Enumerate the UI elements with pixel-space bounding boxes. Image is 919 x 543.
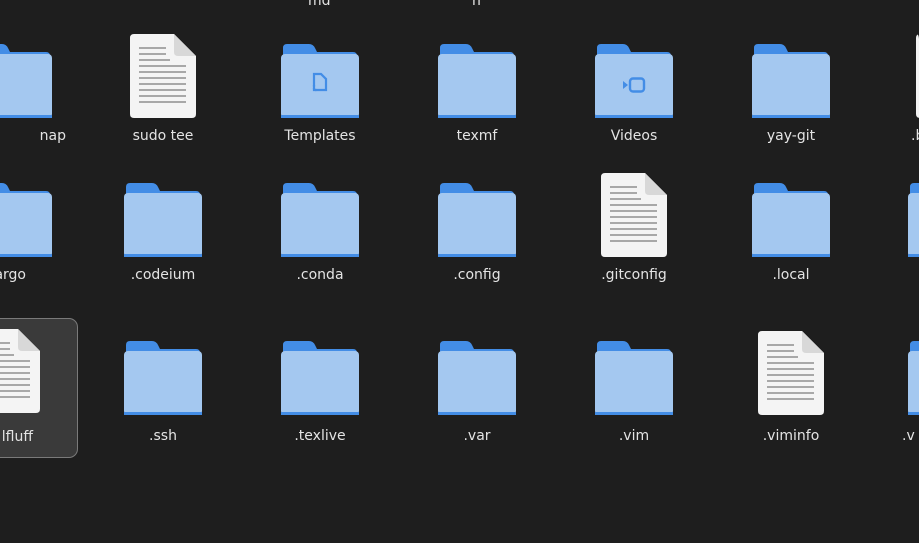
item-label: .codeium bbox=[130, 267, 196, 283]
item-label: .vim bbox=[618, 428, 650, 444]
folder-icon bbox=[0, 169, 78, 259]
text-file-icon bbox=[0, 319, 79, 413]
folder-icon bbox=[726, 169, 856, 259]
item-label: Videos bbox=[610, 128, 658, 144]
item-label: .ba bbox=[911, 128, 919, 144]
item-label: .texlive bbox=[294, 428, 346, 444]
file-item-cargo[interactable]: argo bbox=[0, 169, 78, 309]
item-label: .v bbox=[902, 428, 915, 444]
file-item-local[interactable]: .local bbox=[726, 169, 856, 309]
item-label: .gitconfig bbox=[601, 267, 667, 283]
file-item-gitconfig[interactable]: .gitconfig bbox=[569, 169, 699, 309]
text-file-icon bbox=[569, 169, 699, 259]
item-label: .var bbox=[463, 428, 491, 444]
file-item-partial-row2[interactable] bbox=[882, 169, 919, 309]
text-file-icon bbox=[726, 327, 856, 417]
document-emblem-icon bbox=[312, 72, 328, 92]
folder-icon bbox=[255, 327, 385, 417]
file-item-texmf[interactable]: texmf bbox=[412, 30, 542, 170]
file-item-partial-row3[interactable]: .v bbox=[882, 327, 919, 467]
folder-icon bbox=[412, 327, 542, 417]
item-label: texmf bbox=[456, 128, 498, 144]
folder-icon bbox=[255, 169, 385, 259]
folder-icon bbox=[0, 30, 78, 120]
item-label: .local bbox=[772, 267, 810, 283]
file-item-ssh[interactable]: .ssh bbox=[98, 327, 228, 467]
item-label: nap bbox=[39, 128, 66, 144]
folder-icon bbox=[882, 169, 919, 259]
file-item-videos[interactable]: Videos bbox=[569, 30, 699, 170]
item-label: lfluff bbox=[1, 429, 33, 445]
item-label: Templates bbox=[284, 128, 356, 144]
file-grid-view: md n nap sudo tee Templates texmf Videos bbox=[0, 0, 919, 543]
folder-icon bbox=[98, 327, 228, 417]
item-label: argo bbox=[0, 267, 26, 283]
text-file-icon bbox=[98, 30, 228, 120]
file-item-config[interactable]: .config bbox=[412, 169, 542, 309]
item-label: .config bbox=[453, 267, 501, 283]
file-item-templates[interactable]: Templates bbox=[255, 30, 385, 170]
folder-icon bbox=[882, 327, 919, 417]
file-item-var[interactable]: .var bbox=[412, 327, 542, 467]
file-item-nap[interactable]: nap bbox=[0, 30, 78, 170]
item-label-top-md[interactable]: md bbox=[308, 0, 331, 10]
file-item-sudo-tee[interactable]: sudo tee bbox=[98, 30, 228, 170]
folder-icon bbox=[98, 169, 228, 259]
folder-icon bbox=[569, 327, 699, 417]
file-item-texlive[interactable]: .texlive bbox=[255, 327, 385, 467]
item-label-top-n[interactable]: n bbox=[472, 0, 481, 10]
file-item-codeium[interactable]: .codeium bbox=[98, 169, 228, 309]
video-camera-emblem-icon bbox=[623, 77, 646, 93]
item-label: yay-git bbox=[766, 128, 816, 144]
folder-icon bbox=[726, 30, 856, 120]
file-item-yay-git[interactable]: yay-git bbox=[726, 30, 856, 170]
file-item-ba[interactable]: .ba bbox=[890, 30, 919, 170]
folder-icon bbox=[255, 30, 385, 120]
file-item-viminfo[interactable]: .viminfo bbox=[726, 327, 856, 467]
item-label: .ssh bbox=[149, 428, 177, 444]
folder-icon bbox=[412, 169, 542, 259]
item-label: sudo tee bbox=[132, 128, 194, 144]
item-label: .viminfo bbox=[762, 428, 820, 444]
file-item-vim[interactable]: .vim bbox=[569, 327, 699, 467]
file-item-sqlfluff-selected[interactable]: lfluff bbox=[0, 318, 78, 458]
file-item-conda[interactable]: .conda bbox=[255, 169, 385, 309]
item-label: .conda bbox=[296, 267, 344, 283]
text-file-icon bbox=[890, 30, 919, 120]
folder-icon bbox=[569, 30, 699, 120]
folder-icon bbox=[412, 30, 542, 120]
